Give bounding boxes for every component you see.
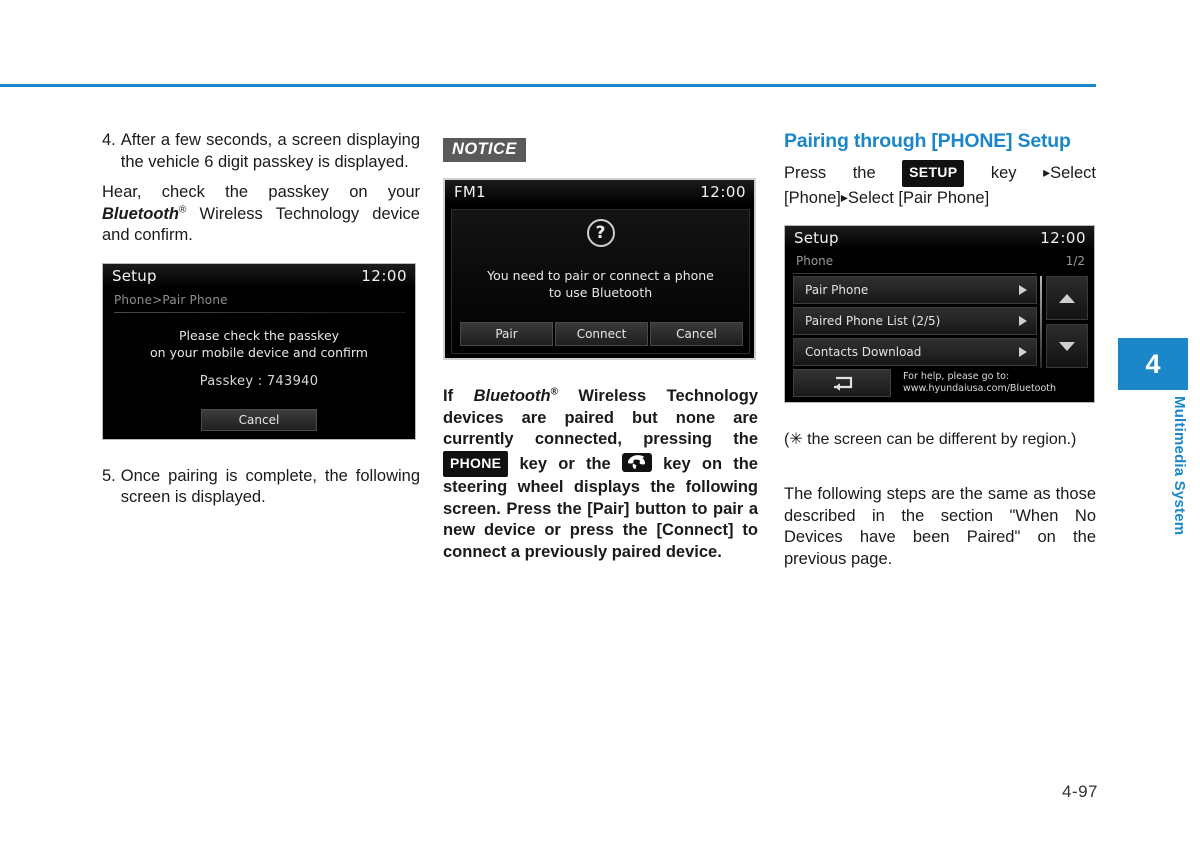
scrollbar-rail[interactable] <box>1040 276 1042 368</box>
intro-part-1: Press the <box>784 164 903 182</box>
step-4-subtext-a: Hear, check the passkey on your <box>102 183 420 201</box>
chapter-name-label: Multimedia System <box>1171 396 1188 536</box>
intro-part-2: key <box>964 164 1044 182</box>
setup-screen-title: Setup <box>794 229 839 247</box>
bold-part-1: If <box>443 387 474 405</box>
step-4-subtext: Hear, check the passkey on your Bluetoot… <box>102 182 420 247</box>
step-4-number: 4. <box>102 131 116 149</box>
triangle-up-icon <box>1059 293 1075 303</box>
step-5-text: Once pairing is complete, the following … <box>120 466 420 507</box>
region-note: (✳ the screen can be different by region… <box>784 431 1077 448</box>
setup-screen-subbar: Phone 1/2 <box>785 250 1094 272</box>
fm-message-line-1: You need to pair or connect a phone <box>487 268 714 283</box>
notice-badge: NOTICE <box>443 138 526 162</box>
setup-key-badge: SETUP <box>902 160 965 187</box>
scroll-down-button[interactable] <box>1046 324 1088 368</box>
bluetooth-paired-paragraph: If Bluetooth® Wireless Technology device… <box>443 386 758 563</box>
setup-screen-divider <box>793 273 1037 274</box>
step-4-text: After a few seconds, a screen displaying… <box>120 131 420 171</box>
passkey-cancel-button[interactable]: Cancel <box>201 408 317 431</box>
chapter-number-tab: 4 <box>1118 338 1188 390</box>
chevron-right-icon <box>1019 285 1027 295</box>
phone-key-badge: PHONE <box>443 450 509 477</box>
step-4: 4. After a few seconds, a screen display… <box>102 130 420 173</box>
fm-dialog-message: You need to pair or connect a phone to u… <box>452 267 749 301</box>
bluetooth-wordmark: Bluetooth <box>102 204 179 223</box>
registered-mark-bold: ® <box>550 386 558 398</box>
menu-item-contacts-download[interactable]: Contacts Download <box>793 338 1037 366</box>
setup-screen-page-indicator: 1/2 <box>1065 254 1085 268</box>
left-column: 4. After a few seconds, a screen display… <box>102 130 420 509</box>
help-text: For help, please go to: www.hyundaiusa.c… <box>891 369 1090 397</box>
header-rule <box>0 84 1096 87</box>
chevron-right-icon <box>1019 347 1027 357</box>
back-button[interactable] <box>793 369 891 397</box>
phone-handset-icon <box>621 452 652 472</box>
bluetooth-wordmark-bold: Bluetooth <box>473 387 551 405</box>
passkey-message-line-1: Please check the passkey <box>178 327 340 343</box>
question-mark-icon: ? <box>586 219 615 247</box>
page-number: 4-97 <box>1061 782 1099 801</box>
fm-message-line-2: to use Bluetooth <box>548 285 653 300</box>
passkey-screen-message: Please check the passkey on your mobile … <box>103 327 415 361</box>
passkey-screen-title-bar: Setup 12:00 <box>103 263 415 288</box>
right-column: Pairing through [PHONE] Setup Press the … <box>784 130 1096 570</box>
fm-connect-button[interactable]: Connect <box>555 322 648 346</box>
setup-menu-screen: Setup 12:00 Phone 1/2 Pair Phone Paired … <box>784 225 1095 403</box>
setup-screen-title-bar: Setup 12:00 <box>785 226 1094 250</box>
passkey-message-line-2: on your mobile device and confirm <box>150 344 368 360</box>
help-text-line-2: www.hyundaiusa.com/Bluetooth <box>903 383 1057 394</box>
menu-item-pair-phone[interactable]: Pair Phone <box>793 276 1037 304</box>
menu-item-pair-phone-label: Pair Phone <box>805 283 869 297</box>
setup-menu-list: Pair Phone Paired Phone List (2/5) Conta… <box>793 276 1037 369</box>
help-text-line-1: For help, please go to: <box>903 371 1010 382</box>
scroll-up-button[interactable] <box>1046 276 1088 320</box>
passkey-screen-divider <box>114 311 406 313</box>
manual-page: 4. After a few seconds, a screen display… <box>0 0 1200 861</box>
menu-item-paired-phone-list-label: Paired Phone List (2/5) <box>805 314 941 328</box>
fm-notice-screen: FM1 12:00 ? You need to pair or connect … <box>443 178 756 360</box>
step-5-number: 5. <box>102 466 116 485</box>
passkey-value: Passkey : 743940 <box>199 373 319 389</box>
fm-screen-title-bar: FM1 12:00 <box>445 180 754 204</box>
closing-paragraph: The following steps are the same as thos… <box>784 485 1096 568</box>
step-5: 5. Once pairing is complete, the followi… <box>102 466 420 509</box>
passkey-screen: Setup 12:00 Phone>Pair Phone Please chec… <box>102 262 416 440</box>
fm-screen-title: FM1 <box>454 183 486 201</box>
fm-cancel-button[interactable]: Cancel <box>650 322 743 346</box>
section-heading: Pairing through [PHONE] Setup <box>784 130 1071 152</box>
bold-part-3: key or the <box>508 454 622 473</box>
menu-item-paired-phone-list[interactable]: Paired Phone List (2/5) <box>793 307 1037 335</box>
setup-scroll-controls <box>1046 276 1088 372</box>
middle-column: NOTICE FM1 12:00 ? You need to pair or c… <box>443 130 758 563</box>
back-arrow-icon <box>834 376 853 391</box>
menu-item-contacts-download-label: Contacts Download <box>805 345 922 359</box>
setup-instructions: Press the SETUP key ▸Select [Phone]▸Sele… <box>784 160 1096 209</box>
fm-dialog: ? You need to pair or connect a phone to… <box>451 209 750 354</box>
chevron-right-icon <box>1019 316 1027 326</box>
fm-dialog-buttons: Pair Connect Cancel <box>460 322 743 346</box>
setup-screen-clock: 12:00 <box>1040 229 1086 247</box>
passkey-screen-title: Setup <box>112 266 157 285</box>
fm-pair-button[interactable]: Pair <box>460 322 553 346</box>
passkey-screen-breadcrumb: Phone>Pair Phone <box>114 292 228 307</box>
arrow-right-icon-2: ▸ <box>840 188 848 205</box>
setup-screen-sub-label: Phone <box>796 254 834 268</box>
fm-screen-clock: 12:00 <box>700 183 746 201</box>
intro-part-4: Select [Pair Phone] <box>847 188 990 207</box>
triangle-down-icon <box>1059 341 1075 351</box>
passkey-screen-clock: 12:00 <box>361 266 407 285</box>
setup-screen-footer: For help, please go to: www.hyundaiusa.c… <box>793 369 1090 397</box>
